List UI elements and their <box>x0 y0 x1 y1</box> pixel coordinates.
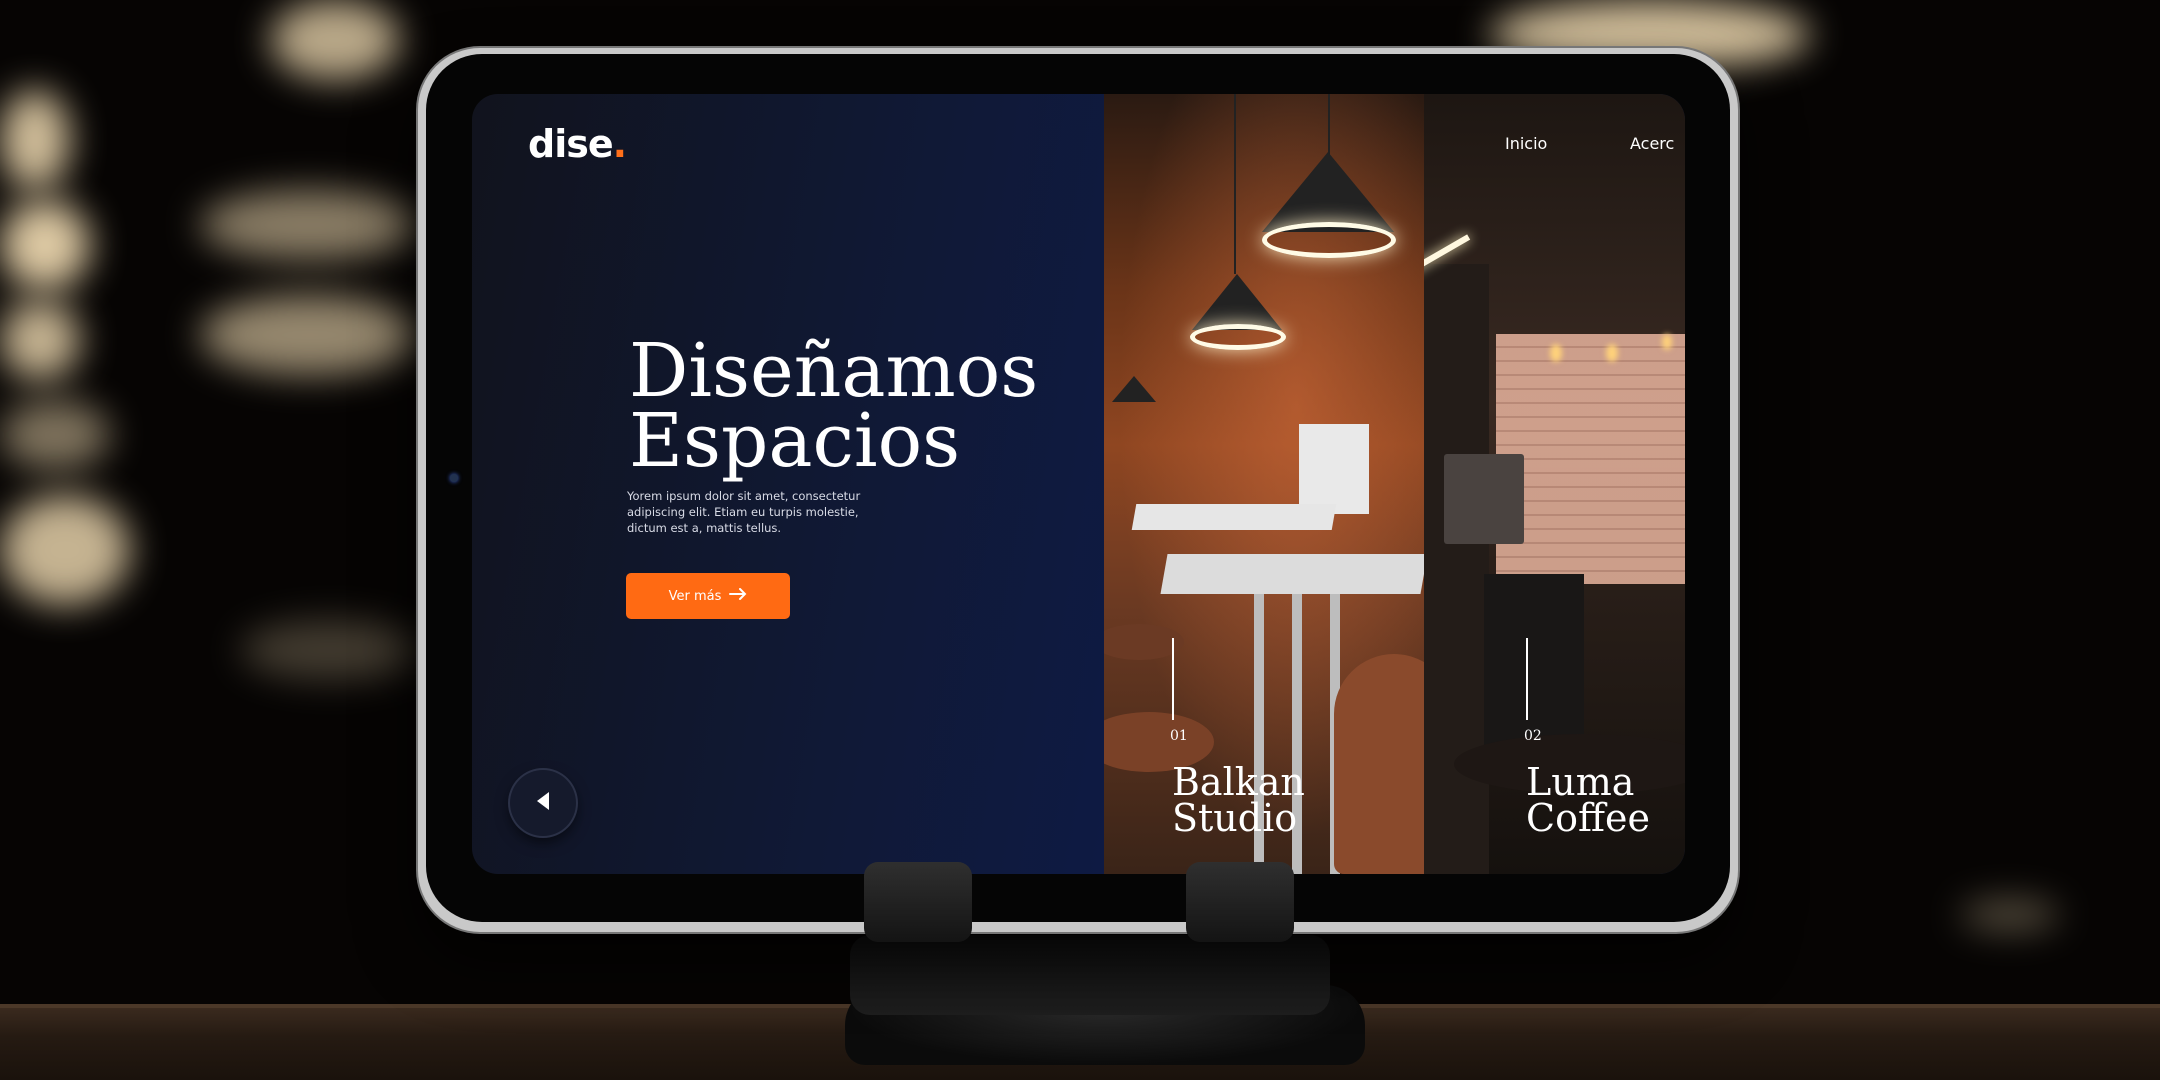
pendant-lamp <box>1112 376 1156 402</box>
hero-title-line: Espacios <box>629 398 961 484</box>
bulb-light <box>1606 344 1618 362</box>
project-title: Luma Coffee <box>1526 760 1650 840</box>
project-title-line: Luma <box>1526 760 1635 804</box>
project-number: 02 <box>1524 728 1542 744</box>
fridge <box>1299 424 1369 514</box>
cafe-table <box>1131 504 1337 530</box>
nav-link-inicio[interactable]: Inicio <box>1505 134 1547 153</box>
ver-mas-button[interactable]: Ver más <box>626 573 790 619</box>
pillar <box>1424 264 1489 874</box>
logo-text: dise <box>528 122 614 166</box>
bokeh-light <box>270 0 400 80</box>
hero-description-line: dictum est a, mattis tellus. <box>627 521 782 535</box>
project-card-balkan-studio[interactable]: 01 Balkan Studio <box>1104 94 1424 874</box>
bokeh-light <box>1960 900 2060 930</box>
hero-title-line: Diseñamos <box>629 328 1039 414</box>
project-title-line: Balkan <box>1172 760 1305 804</box>
bokeh-light <box>0 90 70 190</box>
chair <box>1334 654 1424 874</box>
bokeh-light <box>0 300 80 380</box>
tablet-stand-clip <box>1186 862 1294 942</box>
bokeh-light <box>200 190 420 260</box>
arrow-right-icon <box>729 588 747 604</box>
hero-description: Yorem ipsum dolor sit amet, consectetur … <box>627 488 887 536</box>
bulb-light <box>1662 334 1672 350</box>
project-card-luma-coffee[interactable]: 02 Luma Coffee <box>1424 94 1685 874</box>
coffee-machine <box>1484 574 1584 754</box>
hero-description-line: adipiscing elit. Etiam eu turpis molesti… <box>627 505 859 519</box>
bokeh-light <box>240 620 420 680</box>
bokeh-light <box>0 200 90 290</box>
lamp-ring <box>1190 324 1286 350</box>
logo[interactable]: dise. <box>528 122 627 166</box>
triangle-left-icon <box>534 790 552 816</box>
bokeh-light <box>200 295 420 375</box>
divider-line <box>1526 638 1528 720</box>
nav-link-acerca[interactable]: Acerc <box>1630 134 1674 153</box>
lamp-ring <box>1262 222 1396 258</box>
project-title-line: Studio <box>1172 796 1298 840</box>
previous-slide-button[interactable] <box>510 770 576 836</box>
hero-title: Diseñamos Espacios <box>629 328 1109 484</box>
hero-description-line: Yorem ipsum dolor sit amet, consectetur <box>627 489 861 503</box>
bulb-light <box>1550 344 1562 362</box>
logo-dot: . <box>612 122 627 166</box>
tablet-stand-neck <box>850 935 1330 1015</box>
camera-icon <box>450 474 458 482</box>
lamp-cord <box>1234 94 1236 274</box>
wall-box <box>1444 454 1524 544</box>
project-title-line: Coffee <box>1526 796 1650 840</box>
divider-line <box>1172 638 1174 720</box>
bokeh-light <box>0 400 110 470</box>
project-number: 01 <box>1170 728 1188 744</box>
pendant-lamp <box>1192 274 1282 330</box>
ver-mas-label: Ver más <box>668 588 722 604</box>
tablet-screen: dise. Diseñamos Espacios Yorem ipsum dol… <box>472 94 1685 874</box>
bokeh-light <box>0 495 130 605</box>
pendant-lamp <box>1262 152 1394 232</box>
brick-wall <box>1496 334 1685 584</box>
cafe-table <box>1160 554 1424 594</box>
tablet-stand-clip <box>864 862 972 942</box>
project-title: Balkan Studio <box>1172 760 1305 840</box>
